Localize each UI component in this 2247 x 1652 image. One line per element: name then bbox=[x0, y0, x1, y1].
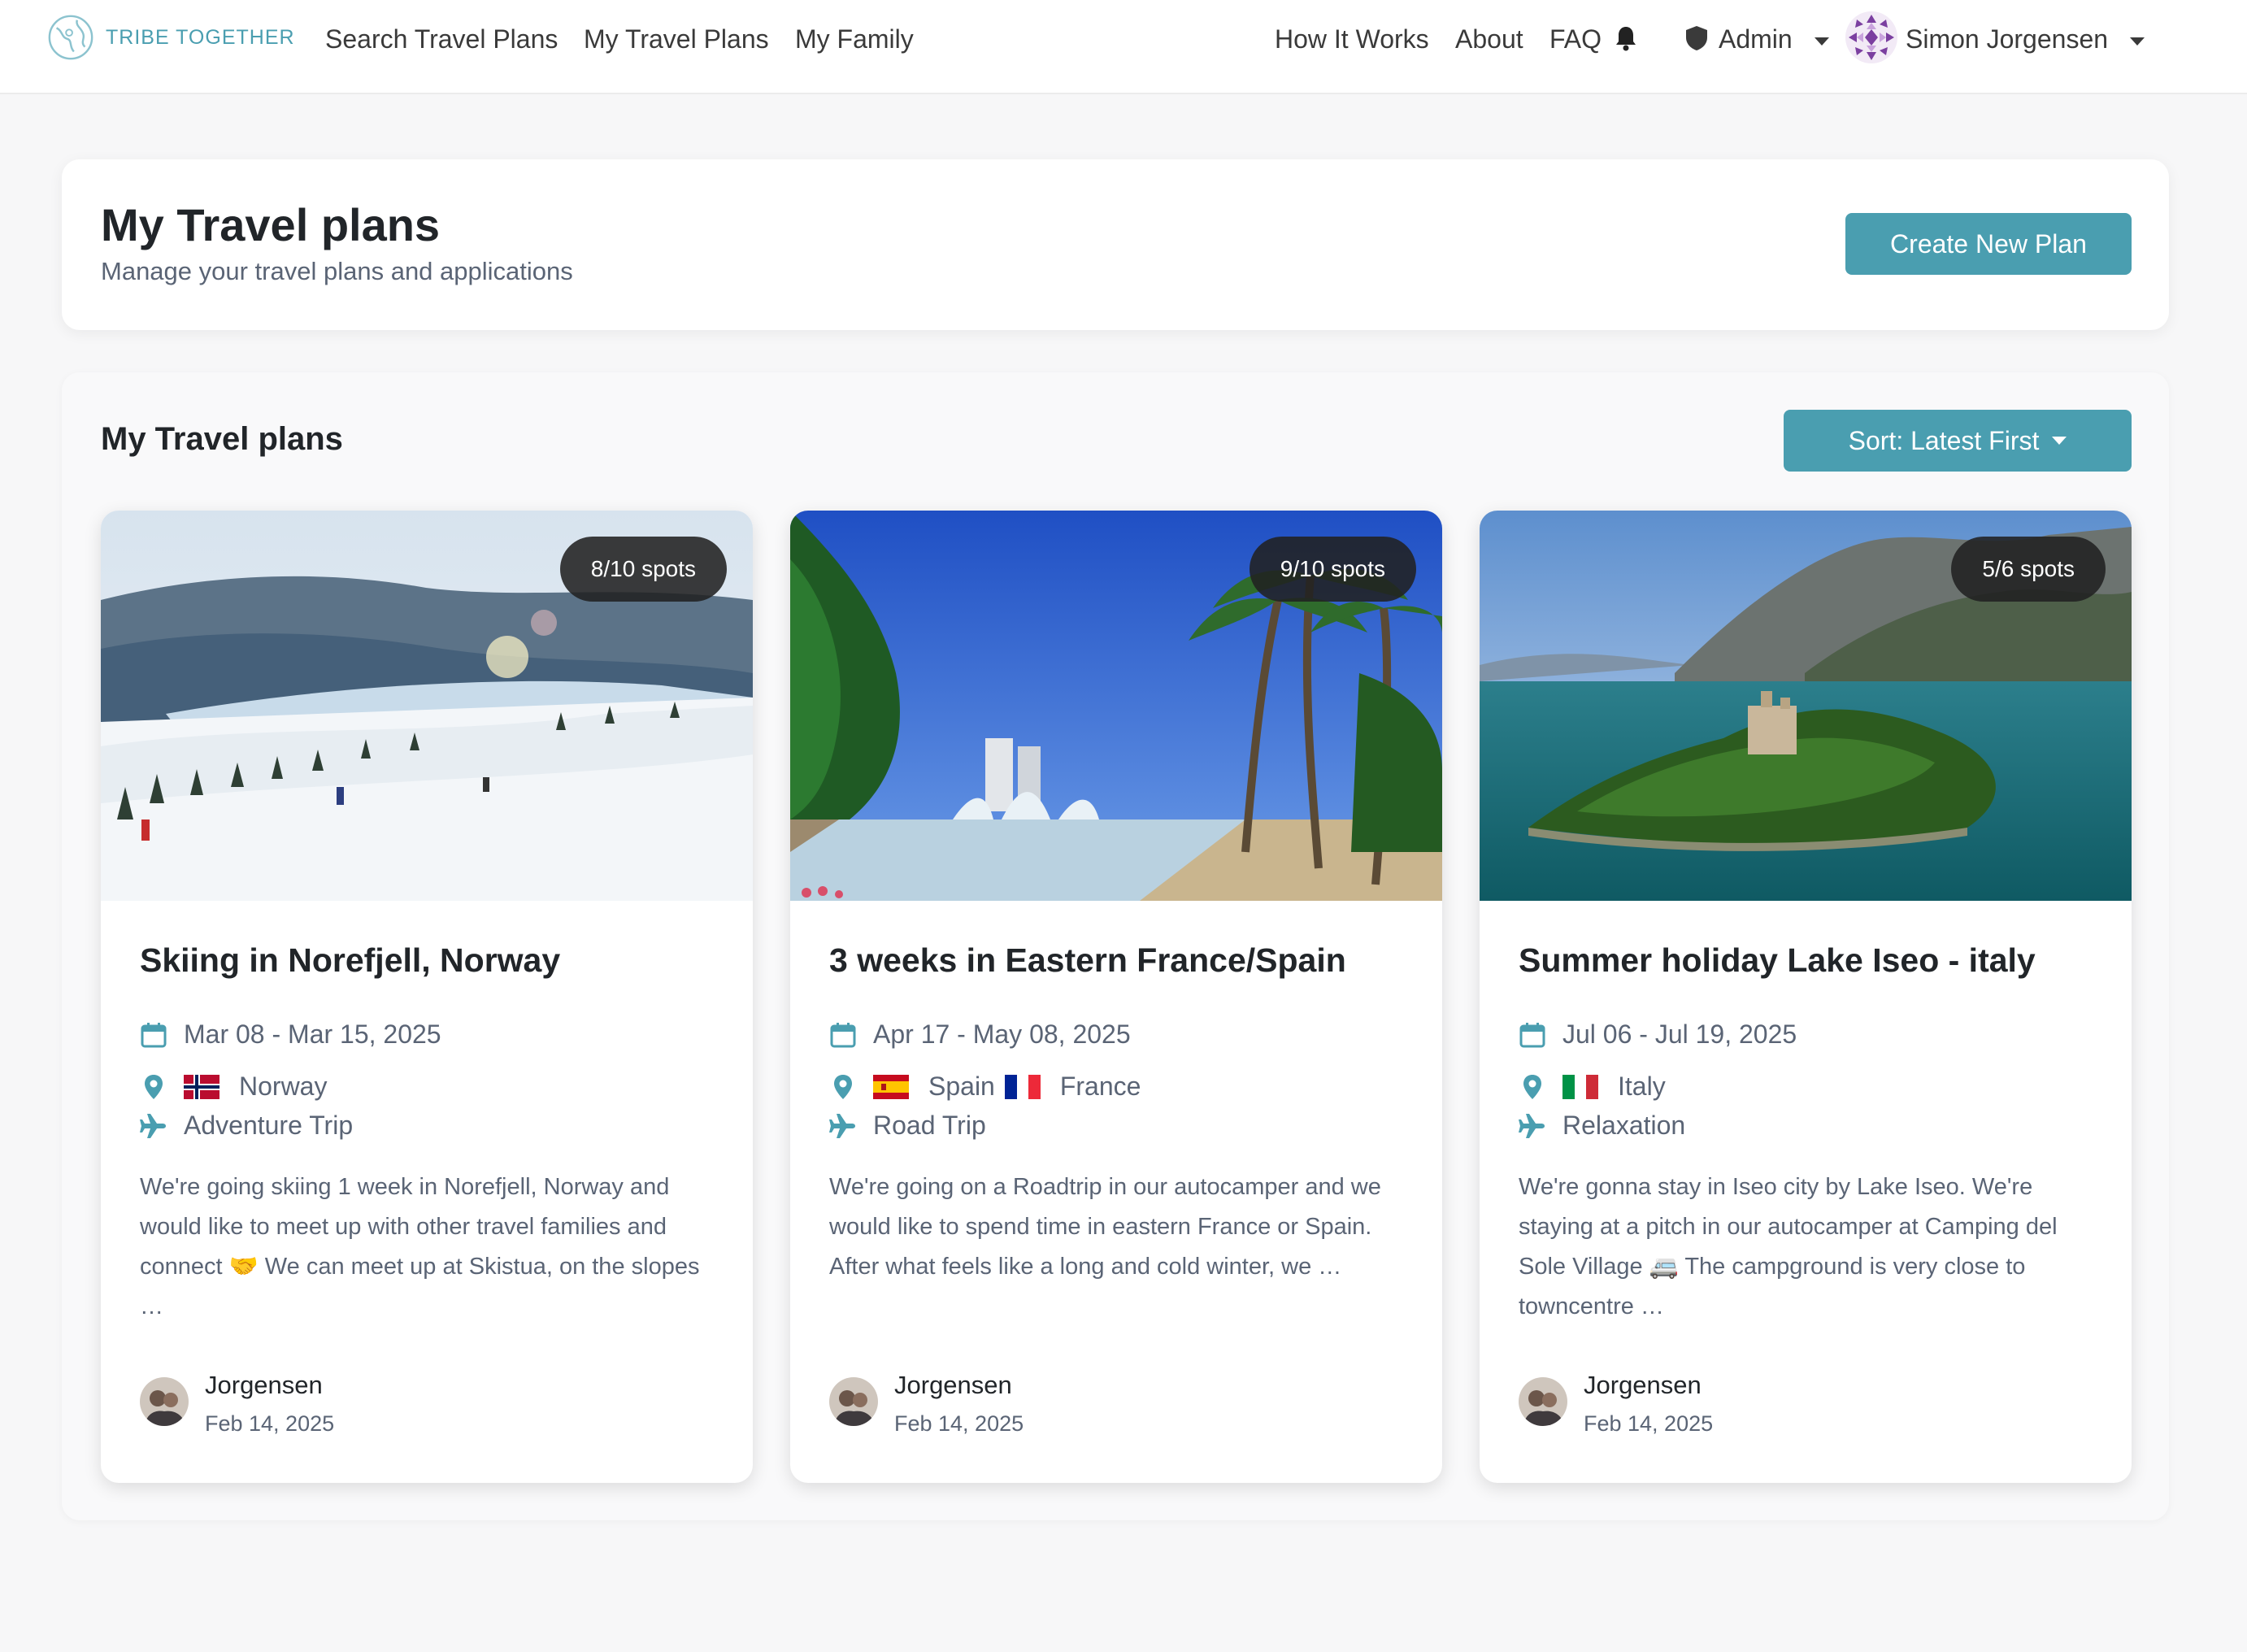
spots-badge: 9/10 spots bbox=[1249, 537, 1416, 602]
page-title: My Travel plans bbox=[101, 199, 441, 250]
admin-label: Admin bbox=[1719, 24, 1793, 54]
norway-flag-icon bbox=[184, 1074, 219, 1099]
author-name: Jorgensen bbox=[1584, 1371, 1702, 1399]
travel-plan-card[interactable]: 5/6 spots Summer holiday Lake Iseo - ita… bbox=[1480, 511, 2132, 1483]
brand-logo-link[interactable]: TRIBE TOGETHER bbox=[46, 11, 295, 63]
user-name: Simon Jorgensen bbox=[1906, 24, 2109, 54]
nav-my-travel-plans[interactable]: My Travel Plans bbox=[584, 23, 769, 55]
nav-search-travel-plans[interactable]: Search Travel Plans bbox=[325, 23, 558, 55]
author-name: Jorgensen bbox=[205, 1371, 323, 1399]
travel-plans-section: My Travel plans Sort: Latest First 8/10 … bbox=[62, 372, 2169, 1520]
page-subtitle: Manage your travel plans and application… bbox=[101, 257, 573, 285]
plan-title[interactable]: Skiing in Norefjell, Norway bbox=[140, 941, 560, 980]
plan-dates: Apr 17 - May 08, 2025 bbox=[829, 1019, 1131, 1050]
plan-trip-type: Adventure Trip bbox=[140, 1111, 353, 1141]
bell-icon[interactable] bbox=[1613, 24, 1639, 52]
brand-name: TRIBE TOGETHER bbox=[106, 25, 295, 49]
user-avatar[interactable] bbox=[1845, 11, 1897, 63]
trip-type-text: Relaxation bbox=[1562, 1111, 1686, 1140]
author-avatar bbox=[1519, 1377, 1567, 1426]
calendar-icon bbox=[830, 1022, 856, 1047]
italy-flag-icon bbox=[1562, 1074, 1598, 1099]
country-name: France bbox=[1059, 1072, 1141, 1101]
map-pin-icon bbox=[1523, 1074, 1541, 1099]
spots-badge: 5/6 spots bbox=[1951, 537, 2106, 602]
chevron-down-icon bbox=[2052, 437, 2067, 445]
plan-title[interactable]: Summer holiday Lake Iseo - italy bbox=[1519, 941, 2036, 980]
section-title: My Travel plans bbox=[101, 421, 343, 457]
plan-trip-type: Relaxation bbox=[1519, 1111, 1685, 1141]
sort-label: Sort: Latest First bbox=[1848, 425, 2040, 455]
spain-flag-icon bbox=[873, 1074, 909, 1099]
post-date: Feb 14, 2025 bbox=[894, 1411, 1024, 1436]
plan-location: Italy bbox=[1519, 1072, 1666, 1102]
chevron-down-icon bbox=[1814, 37, 1829, 46]
globe-logo-icon bbox=[48, 15, 93, 60]
post-date: Feb 14, 2025 bbox=[1584, 1411, 1714, 1436]
admin-dropdown[interactable]: Admin bbox=[1719, 23, 1829, 55]
plan-dates: Jul 06 - Jul 19, 2025 bbox=[1519, 1019, 1797, 1050]
france-flag-icon bbox=[1004, 1074, 1041, 1099]
plan-description: We're going on a Roadtrip in our autocam… bbox=[829, 1174, 1381, 1280]
plan-title[interactable]: 3 weeks in Eastern France/Spain bbox=[829, 941, 1346, 980]
plan-dates-text: Jul 06 - Jul 19, 2025 bbox=[1562, 1019, 1797, 1049]
post-date: Feb 14, 2025 bbox=[205, 1411, 335, 1436]
travel-plan-card[interactable]: 8/10 spots Skiing in Norefjell, Norway M… bbox=[101, 511, 753, 1483]
sort-dropdown-button[interactable]: Sort: Latest First bbox=[1784, 410, 2132, 472]
calendar-icon bbox=[141, 1022, 167, 1047]
author-avatar bbox=[140, 1377, 189, 1426]
plan-description: We're gonna stay in Iseo city by Lake Is… bbox=[1519, 1174, 2058, 1319]
country-name: Norway bbox=[239, 1072, 328, 1101]
top-navbar: TRIBE TOGETHER Search Travel Plans My Tr… bbox=[0, 0, 2247, 94]
plan-description: We're going skiing 1 week in Norefjell, … bbox=[140, 1174, 700, 1319]
nav-faq[interactable]: FAQ bbox=[1549, 23, 1602, 55]
spots-badge: 8/10 spots bbox=[559, 537, 727, 602]
trip-type-text: Adventure Trip bbox=[184, 1111, 354, 1140]
plan-trip-type: Road Trip bbox=[829, 1111, 986, 1141]
author-avatar bbox=[829, 1377, 878, 1426]
page-header-card: My Travel plans Manage your travel plans… bbox=[62, 159, 2169, 330]
create-new-plan-button[interactable]: Create New Plan bbox=[1845, 213, 2132, 275]
plan-dates-text: Mar 08 - Mar 15, 2025 bbox=[184, 1019, 441, 1049]
nav-my-family[interactable]: My Family bbox=[795, 23, 914, 55]
chevron-down-icon bbox=[2129, 37, 2145, 46]
country-name: Italy bbox=[1618, 1072, 1666, 1101]
airplane-icon bbox=[140, 1113, 166, 1138]
map-pin-icon bbox=[145, 1074, 163, 1099]
travel-plan-card[interactable]: 9/10 spots 3 weeks in Eastern France/Spa… bbox=[790, 511, 1442, 1483]
shield-icon bbox=[1686, 26, 1707, 50]
nav-about[interactable]: About bbox=[1455, 23, 1523, 55]
airplane-icon bbox=[1519, 1113, 1545, 1138]
plan-location: Spain France bbox=[829, 1072, 1141, 1102]
plan-location: Norway bbox=[140, 1072, 327, 1102]
nav-how-it-works[interactable]: How It Works bbox=[1275, 23, 1429, 55]
country-name: Spain bbox=[928, 1072, 995, 1101]
user-dropdown[interactable]: Simon Jorgensen bbox=[1906, 23, 2145, 55]
plan-dates-text: Apr 17 - May 08, 2025 bbox=[873, 1019, 1131, 1049]
author-name: Jorgensen bbox=[894, 1371, 1012, 1399]
airplane-icon bbox=[829, 1113, 855, 1138]
calendar-icon bbox=[1519, 1022, 1545, 1047]
plan-dates: Mar 08 - Mar 15, 2025 bbox=[140, 1019, 441, 1050]
trip-type-text: Road Trip bbox=[873, 1111, 986, 1140]
map-pin-icon bbox=[834, 1074, 852, 1099]
